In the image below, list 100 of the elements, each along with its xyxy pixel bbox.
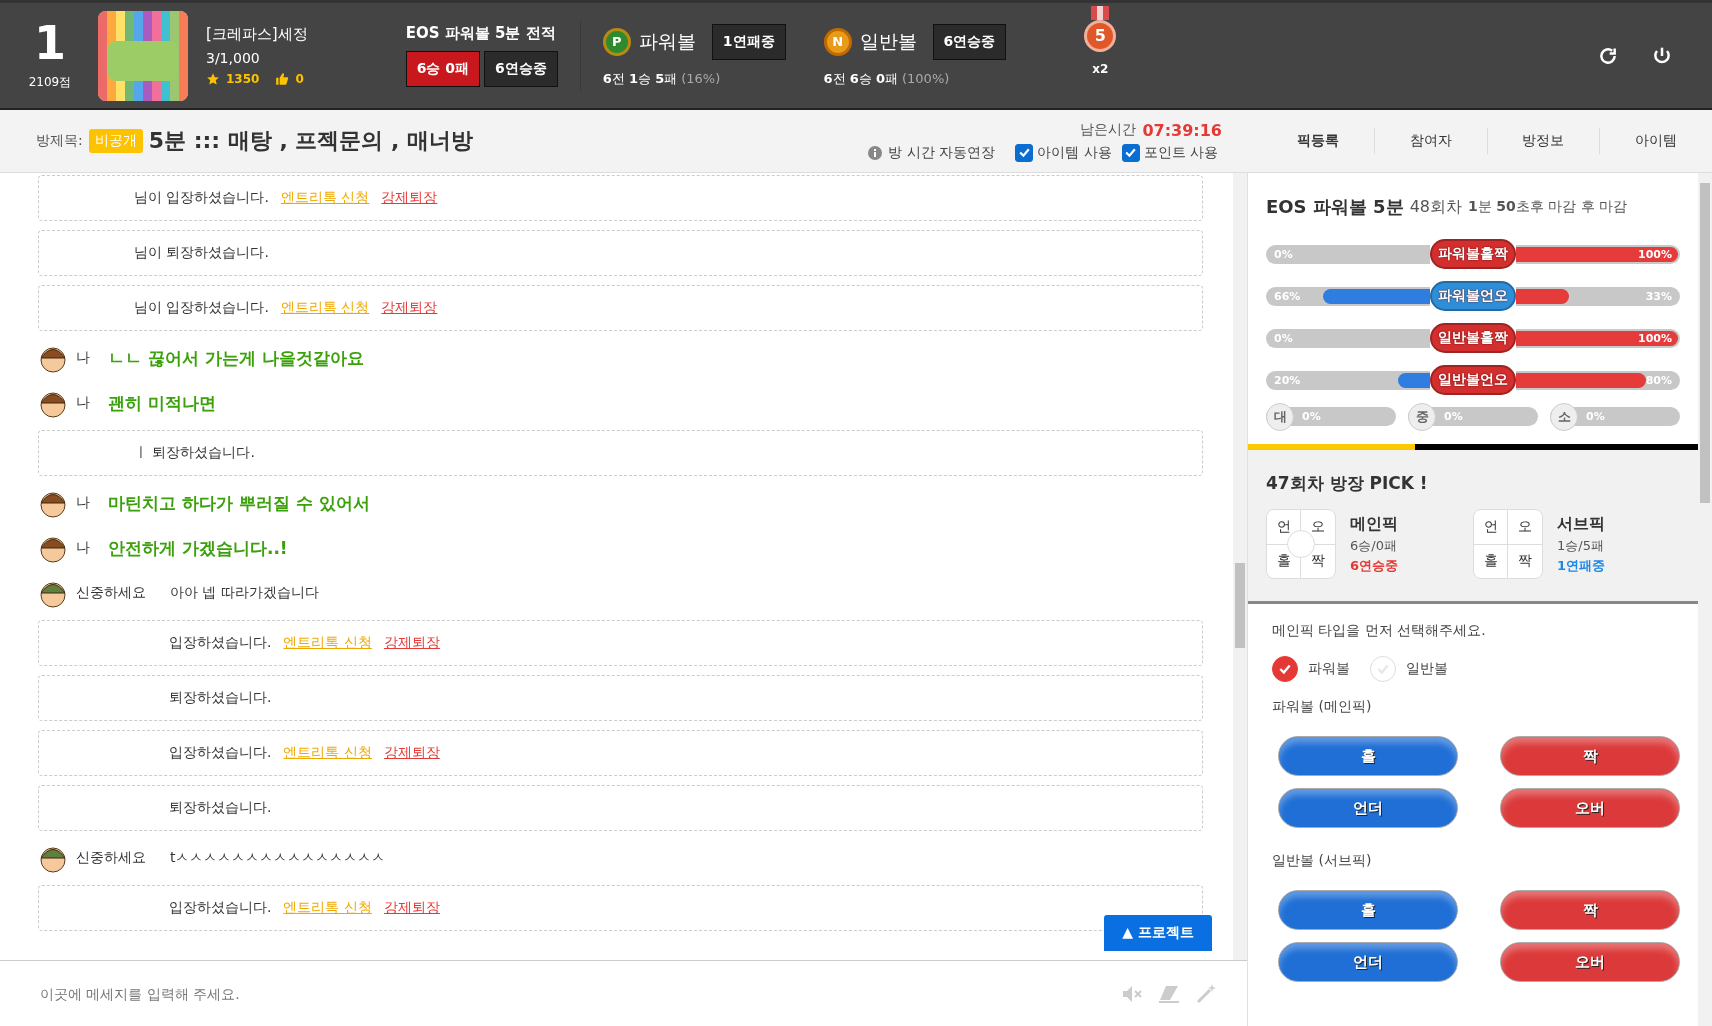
pick-streak: 1연패중	[1557, 556, 1606, 575]
bet-label: 파워볼언오	[1430, 281, 1516, 311]
system-text: 입장하셨습니다.	[169, 634, 272, 652]
bet-label: 파워볼홀짝	[1430, 239, 1516, 269]
pick-title: 47회차 방장 PICK !	[1266, 472, 1429, 495]
record-badge: 6승 0패	[405, 51, 481, 87]
project-button[interactable]: ▲ 프로젝트	[1104, 915, 1212, 951]
pick-button[interactable]: 홀	[1278, 890, 1458, 930]
pick-button[interactable]: 언더	[1278, 788, 1458, 828]
pick-cell: 오	[1508, 510, 1542, 545]
checkbox[interactable]	[1121, 143, 1140, 162]
room-label: 방제목:	[36, 132, 83, 150]
win-rate: (100%)	[902, 71, 950, 86]
user-name: 신중하세요	[76, 849, 146, 867]
time-label: 남은시간	[1080, 121, 1137, 139]
scrollbar[interactable]	[1698, 173, 1712, 1026]
user-name: 나	[76, 539, 90, 557]
refresh-button[interactable]	[1598, 45, 1618, 66]
ball-icon: P	[602, 27, 631, 56]
user-name: 나	[76, 494, 90, 512]
chat-message: 안전하게 가겠습니다..!	[108, 536, 288, 560]
ball-name: 일반볼	[859, 28, 917, 54]
ball-stats: 6전 6승 0패	[823, 69, 898, 88]
system-text: 님이 입장하셨습니다.	[134, 299, 269, 317]
ball-stats: 6전 1승 5패	[602, 69, 678, 88]
check-icon	[1124, 146, 1138, 159]
action-link[interactable]: 강제퇴장	[383, 744, 440, 762]
private-badge: 비공개	[88, 129, 143, 153]
pick-cell: 홀	[1474, 544, 1508, 578]
pick-button[interactable]: 홀	[1278, 736, 1458, 776]
rank-number: 1	[34, 20, 66, 66]
system-text: ㅣ 퇴장하셨습니다.	[134, 444, 255, 462]
power-button[interactable]	[1652, 45, 1672, 66]
pick-cell-text: 짝	[1517, 551, 1533, 571]
room-title: 5분 ::: 매탕 , 프젝문의 , 매너방	[148, 127, 474, 155]
action-link[interactable]: 강제퇴장	[383, 634, 440, 652]
auto-extend-label: 방 시간 자동연장	[888, 143, 996, 162]
panel-tab[interactable]: 아이템	[1599, 128, 1712, 154]
system-text: 퇴장하셨습니다.	[169, 689, 272, 707]
pick-button[interactable]: 짝	[1500, 890, 1680, 930]
deadline-text: 1분 50초후 마감 후 마감	[1468, 198, 1628, 216]
chat-message: ㄴㄴ 끊어서 가는게 나을것같아요	[108, 346, 364, 370]
eraser-icon[interactable]	[1157, 983, 1181, 1004]
magic-wand-icon[interactable]	[1195, 982, 1217, 1005]
pick-button[interactable]: 오버	[1500, 942, 1680, 982]
check-icon	[1376, 662, 1390, 676]
chat-message: 아아 넵 따라가겠습니다	[170, 584, 319, 602]
pick-record: 6승/0패	[1350, 536, 1398, 555]
user-name: 신중하세요	[76, 584, 146, 602]
streak-badge: 6연승중	[484, 51, 558, 87]
win-rate: (16%)	[681, 71, 721, 86]
ribbon-icon	[1091, 5, 1110, 20]
panel-tab[interactable]: 방정보	[1486, 128, 1600, 154]
game-title: EOS 파워볼 5분	[1266, 195, 1404, 219]
section-label: 일반볼 (서브픽)	[1272, 852, 1373, 870]
streak-badge: 1연패중	[711, 23, 786, 60]
chat-message: 마틴치고 하다가 뿌러질 수 있어서	[108, 491, 370, 515]
action-link[interactable]: 강제퇴장	[381, 189, 438, 207]
ball-name: 파워볼	[638, 28, 696, 54]
remaining-time: 07:39:16	[1142, 120, 1222, 140]
scrollbar[interactable]	[1233, 173, 1247, 960]
action-link[interactable]: 강제퇴장	[381, 299, 438, 317]
pick-button[interactable]: 오버	[1500, 788, 1680, 828]
medal-icon: 5	[1084, 19, 1117, 52]
system-text: 님이 입장하셨습니다.	[134, 189, 269, 207]
percent-text: 100%	[1638, 331, 1672, 345]
record-title: EOS 파워볼 5분 전적	[405, 24, 557, 43]
check-icon	[1278, 662, 1292, 676]
like-count: 0	[295, 72, 304, 86]
chat-message: 괜히 미적나면	[108, 391, 216, 415]
system-text: 님이 퇴장하셨습니다.	[134, 244, 269, 262]
panel-tab[interactable]: 참여자	[1373, 128, 1487, 154]
system-text: 입장하셨습니다.	[169, 899, 272, 917]
panel-tab[interactable]: 픽등록	[1262, 128, 1374, 154]
pick-cell-text: 짝	[1310, 551, 1326, 571]
round-text: 48회차	[1409, 196, 1462, 218]
system-text: 입장하셨습니다.	[169, 744, 272, 762]
radio-button[interactable]	[1272, 656, 1298, 682]
pick-button[interactable]: 언더	[1278, 942, 1458, 982]
score-text: 2109점	[28, 74, 72, 91]
pick-streak: 6연승중	[1350, 556, 1399, 575]
user-name: 나	[76, 349, 90, 367]
star-count: 1350	[226, 72, 260, 86]
pick-name: 서브픽	[1557, 513, 1606, 535]
checkbox-label: 아이템 사용	[1037, 143, 1112, 162]
percent-text: 100%	[1638, 247, 1672, 261]
size-label: 대	[1266, 402, 1294, 431]
checkbox-label: 포인트 사용	[1143, 143, 1218, 162]
pick-name: 메인픽	[1350, 513, 1399, 535]
pick-record: 1승/5패	[1557, 536, 1605, 555]
pick-button[interactable]: 짝	[1500, 736, 1680, 776]
star-icon	[206, 72, 220, 86]
system-text: 퇴장하셨습니다.	[169, 799, 272, 817]
pick-cell: 언	[1474, 510, 1508, 545]
multiplier-text: x2	[1092, 61, 1109, 76]
check-icon	[1017, 146, 1031, 159]
checkbox[interactable]	[1015, 143, 1034, 162]
user-name: 나	[76, 394, 90, 412]
action-link[interactable]: 강제퇴장	[383, 899, 440, 917]
ball-icon: N	[823, 27, 852, 56]
